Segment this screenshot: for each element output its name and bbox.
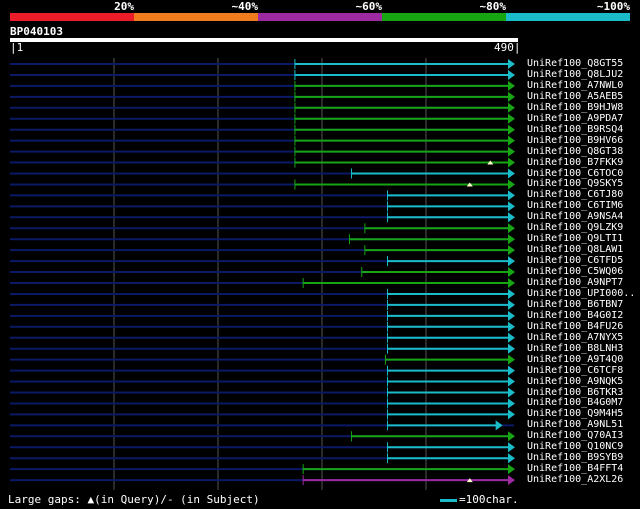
hit-end-arrow	[508, 245, 515, 256]
hit-label[interactable]: UniRef100_B9HV66	[527, 135, 623, 146]
hit-end-arrow	[508, 59, 515, 69]
hit-label[interactable]: UniRef100_C6TIM6	[527, 200, 623, 211]
hit-label[interactable]: UniRef100_Q9M4H5	[527, 408, 623, 419]
hit-end-arrow	[508, 223, 515, 234]
hit-label[interactable]: UniRef100_B9RSQ4	[527, 124, 623, 135]
hit-end-arrow	[508, 278, 515, 288]
hit-end-arrow	[508, 234, 515, 245]
hit-end-arrow	[508, 256, 515, 267]
hit-label[interactable]: UniRef100_A9NSA4	[527, 211, 623, 222]
hit-label[interactable]: UniRef100_B6TBN7	[527, 299, 623, 310]
hit-label[interactable]: UniRef100_C6TCF8	[527, 365, 623, 376]
hit-label[interactable]: UniRef100_C6TJ80	[527, 189, 623, 200]
hit-label[interactable]: UniRef100_B6TKR3	[527, 387, 623, 398]
hit-end-arrow	[508, 464, 515, 475]
hit-label[interactable]: UniRef100_A5AEB5	[527, 91, 623, 102]
hit-label[interactable]: UniRef100_C6TFD5	[527, 255, 623, 266]
hit-end-arrow	[508, 299, 515, 310]
hit-end-arrow	[508, 343, 515, 354]
hit-label[interactable]: UniRef100_A7NWL0	[527, 80, 623, 91]
hit-end-arrow	[508, 135, 515, 146]
hit-label[interactable]: UniRef100_B9HJW8	[527, 102, 623, 113]
hit-label[interactable]: UniRef100_Q10NC9	[527, 441, 623, 452]
hit-end-arrow	[508, 442, 515, 453]
hit-end-arrow	[508, 354, 515, 365]
hit-label[interactable]: UniRef100_B4G0I2	[527, 310, 623, 321]
hit-end-arrow	[508, 91, 515, 102]
hit-label[interactable]: UniRef100_A9PDA7	[527, 113, 623, 124]
hit-end-arrow	[508, 288, 515, 299]
hit-end-arrow	[508, 179, 515, 190]
hit-end-arrow	[508, 321, 515, 332]
hit-end-arrow	[508, 157, 515, 168]
hit-label[interactable]: UniRef100_UPI000..	[527, 288, 635, 299]
scale-line-icon	[440, 498, 457, 502]
hit-end-arrow	[508, 146, 515, 157]
hit-label[interactable]: UniRef100_Q8GT55	[527, 58, 623, 69]
hit-label[interactable]: UniRef100_B9SYB9	[527, 452, 623, 463]
hit-end-arrow	[508, 431, 515, 442]
hit-end-arrow	[508, 387, 515, 398]
hit-end-arrow	[508, 102, 515, 113]
hit-label[interactable]: UniRef100_Q8LAW1	[527, 244, 623, 255]
hit-label[interactable]: UniRef100_Q9SKY5	[527, 178, 623, 189]
hit-end-arrow	[508, 332, 515, 343]
hit-label[interactable]: UniRef100_B4G0M7	[527, 397, 623, 408]
hit-label[interactable]: UniRef100_B4FFT4	[527, 463, 623, 474]
hit-label[interactable]: UniRef100_A9NQK5	[527, 376, 623, 387]
scale-text: =100char.	[459, 493, 519, 506]
hit-end-arrow	[508, 475, 515, 486]
hit-label[interactable]: UniRef100_Q70AI3	[527, 430, 623, 441]
hit-end-arrow	[508, 201, 515, 212]
hit-label[interactable]: UniRef100_A9T4Q0	[527, 354, 623, 365]
hit-end-arrow	[508, 113, 515, 124]
hit-end-arrow	[508, 453, 515, 464]
hit-label[interactable]: UniRef100_A9NL51	[527, 419, 623, 430]
hit-label[interactable]: UniRef100_C6TOC0	[527, 168, 623, 179]
hit-label[interactable]: UniRef100_Q8GT38	[527, 146, 623, 157]
hit-label[interactable]: UniRef100_A7NYX5	[527, 332, 623, 343]
hit-end-arrow	[508, 69, 515, 80]
hit-label[interactable]: UniRef100_A9NPT7	[527, 277, 623, 288]
hit-end-arrow	[508, 190, 515, 201]
hit-end-arrow	[508, 398, 515, 409]
hit-end-arrow	[508, 310, 515, 321]
hit-label[interactable]: UniRef100_Q9LZK9	[527, 222, 623, 233]
hit-end-arrow	[508, 168, 515, 179]
hit-label[interactable]: UniRef100_C5WQ06	[527, 266, 623, 277]
hit-end-arrow	[508, 409, 515, 420]
hit-end-arrow	[495, 420, 503, 431]
gap-legend: Large gaps: ▲(in Query)/- (in Subject)	[8, 493, 260, 506]
hit-label[interactable]: UniRef100_Q9LTI1	[527, 233, 623, 244]
scale-legend: =100char.	[440, 494, 519, 506]
hit-label[interactable]: UniRef100_B4FU26	[527, 321, 623, 332]
hit-end-arrow	[508, 376, 515, 387]
hit-label[interactable]: UniRef100_B8LNH3	[527, 343, 623, 354]
hit-end-arrow	[508, 212, 515, 223]
hit-end-arrow	[508, 124, 515, 135]
hit-label[interactable]: UniRef100_A2XL26	[527, 474, 623, 485]
hit-label[interactable]: UniRef100_Q8LJU2	[527, 69, 623, 80]
hit-label[interactable]: UniRef100_B7FKK9	[527, 157, 623, 168]
hit-end-arrow	[508, 80, 515, 91]
hit-end-arrow	[508, 267, 515, 278]
blast-alignment-view: 20% ~40% ~60% ~80% ~100% BP040103 |1 490| Un…	[0, 0, 640, 509]
hit-end-arrow	[508, 365, 515, 376]
